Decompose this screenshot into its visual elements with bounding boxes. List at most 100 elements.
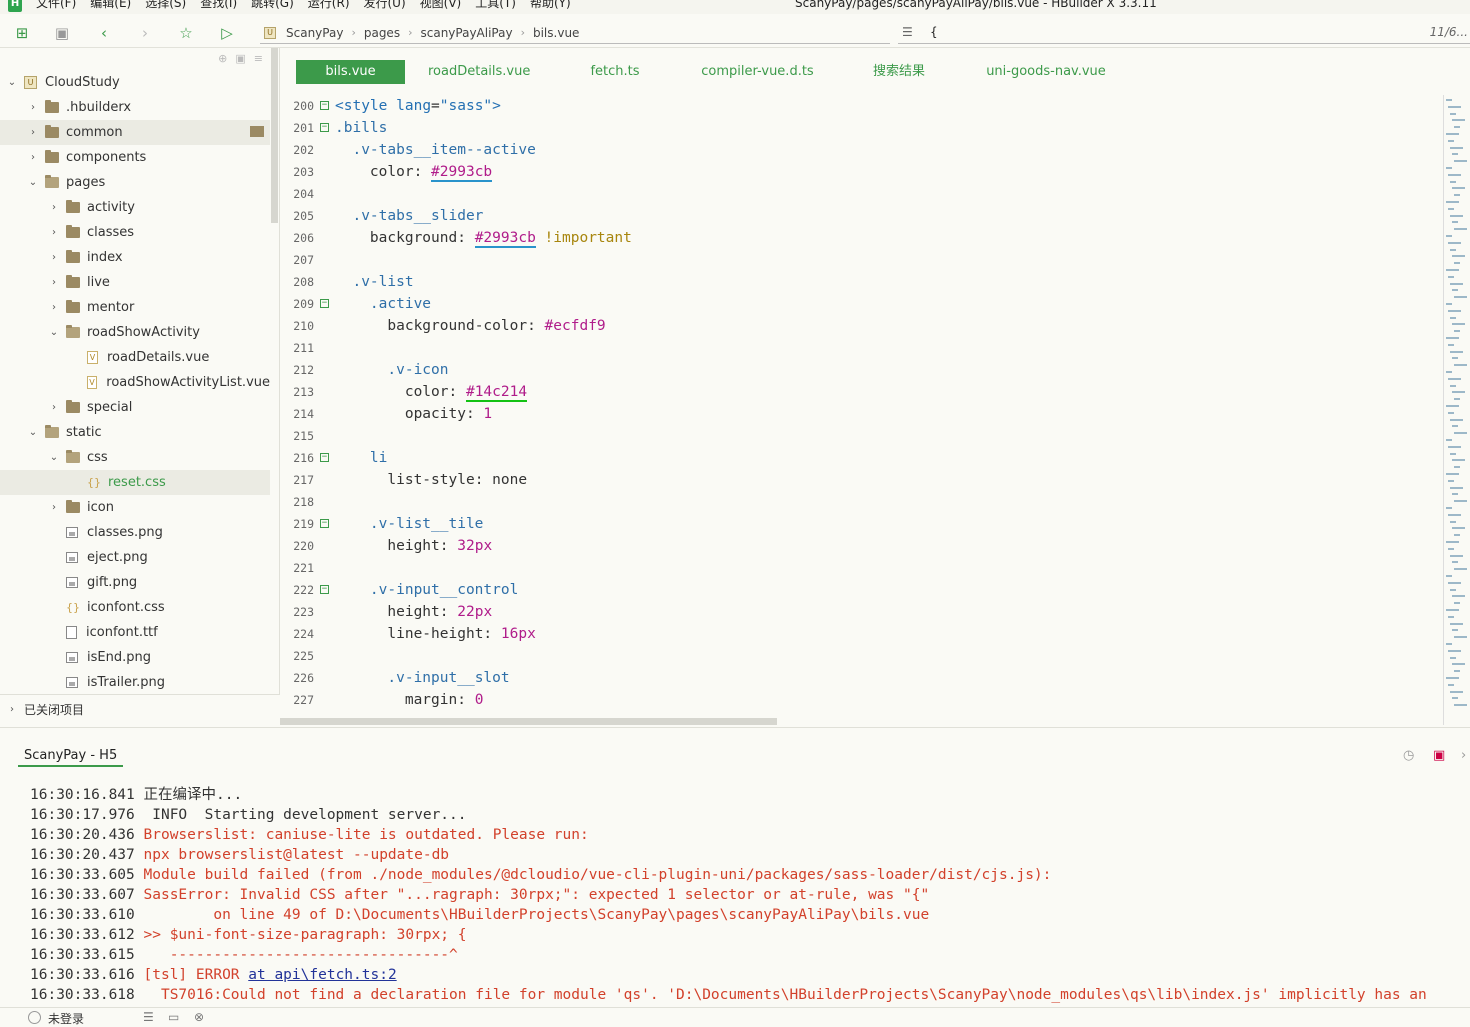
code-line[interactable]: 224 line-height: 16px (280, 623, 1443, 645)
tree-item[interactable]: › live (0, 270, 270, 295)
minimap[interactable] (1443, 95, 1470, 725)
fold-toggle-icon[interactable]: − (320, 453, 329, 462)
tree-item[interactable]: › special (0, 395, 270, 420)
tree-item[interactable]: ⌄ css (0, 445, 270, 470)
code-line[interactable]: 206 background: #2993cb !important (280, 227, 1443, 249)
list-icon[interactable]: ☰ (143, 1010, 154, 1024)
tree-item[interactable]: › components (0, 145, 270, 170)
menu-item[interactable]: 视图(V) (420, 0, 462, 10)
code-line[interactable]: 226 .v-input__slot (280, 667, 1443, 689)
code-line[interactable]: 200− <style lang="sass"> (280, 95, 1443, 117)
tab-compiler-vue-d-ts[interactable]: compiler-vue.d.ts (700, 60, 815, 84)
code-line[interactable]: 217 list-style: none (280, 469, 1443, 491)
code-line[interactable]: 210 background-color: #ecfdf9 (280, 315, 1443, 337)
terminal-icon[interactable]: ▭ (168, 1010, 179, 1024)
new-file-icon[interactable]: ⊞ (12, 23, 32, 43)
run-icon[interactable]: ▷ (217, 23, 237, 43)
fold-toggle-icon[interactable]: − (320, 585, 329, 594)
code-line[interactable]: 203 color: #2993cb (280, 161, 1443, 183)
tab-roaddetails-vue[interactable]: roadDetails.vue (428, 60, 530, 84)
code-line[interactable]: 225 (280, 645, 1443, 667)
explorer-tools[interactable]: ⊕▣≡ (218, 52, 271, 65)
tree-item[interactable]: ⌄ U CloudStudy (0, 70, 270, 95)
tree-item[interactable]: isTrailer.png (0, 670, 270, 695)
tab-bils-vue[interactable]: bils.vue (296, 60, 405, 84)
back-arrow-icon[interactable]: ‹ (94, 23, 114, 43)
code-line[interactable]: 207 (280, 249, 1443, 271)
tab-uni-goods-nav-vue[interactable]: uni-goods-nav.vue (984, 60, 1108, 84)
tree-item[interactable]: gift.png (0, 570, 270, 595)
code-line[interactable]: 221 (280, 557, 1443, 579)
code-line[interactable]: 215 (280, 425, 1443, 447)
save-icon[interactable]: ▣ (52, 23, 72, 43)
tree-item[interactable]: VroadDetails.vue (0, 345, 270, 370)
code-line[interactable]: 213 color: #14c214 (280, 381, 1443, 403)
menu-item[interactable]: 帮助(Y) (530, 0, 571, 10)
tree-item[interactable]: {} iconfont.css (0, 595, 270, 620)
editor-horizontal-scrollbar[interactable] (280, 718, 777, 725)
user-icon[interactable] (28, 1011, 41, 1024)
code-line[interactable]: 214 opacity: 1 (280, 403, 1443, 425)
code-line[interactable]: 204 (280, 183, 1443, 205)
login-status[interactable]: 未登录 (48, 1010, 84, 1027)
tab-search-results[interactable]: 搜索结果 (870, 60, 928, 84)
fold-toggle-icon[interactable]: − (320, 299, 329, 308)
code-line[interactable]: 222− .v-input__control (280, 579, 1443, 601)
tree-item[interactable]: iconfont.ttf (0, 620, 270, 645)
code-line[interactable]: 219− .v-list__tile (280, 513, 1443, 535)
code-line[interactable]: 220 height: 32px (280, 535, 1443, 557)
code-line[interactable]: 201− .bills (280, 117, 1443, 139)
clock-icon[interactable]: ◷ (1403, 748, 1414, 763)
chevron-right-icon[interactable]: › (1461, 748, 1466, 763)
breadcrumb-item[interactable]: bils.vue (533, 26, 579, 40)
code-line[interactable]: 212 .v-icon (280, 359, 1443, 381)
code-line[interactable]: 209− .active (280, 293, 1443, 315)
code-line[interactable]: 218 (280, 491, 1443, 513)
find-input[interactable]: ☰ { 11/6... (898, 22, 1470, 44)
tree-item[interactable]: classes.png (0, 520, 270, 545)
tree-item[interactable]: VroadShowActivityList.vue (0, 370, 270, 395)
fold-toggle-icon[interactable]: − (320, 101, 329, 110)
menu-item[interactable]: 查找(I) (200, 0, 237, 10)
tab-fetch-ts[interactable]: fetch.ts (586, 60, 644, 84)
tree-item[interactable]: › activity (0, 195, 270, 220)
fold-toggle-icon[interactable]: − (320, 123, 329, 132)
menu-item[interactable]: 文件(F) (36, 0, 76, 10)
tree-item[interactable]: ⌄ static (0, 420, 270, 445)
menu-item[interactable]: 运行(R) (308, 0, 350, 10)
tree-item[interactable]: › mentor (0, 295, 270, 320)
open-folder-icon[interactable] (250, 126, 264, 137)
code-line[interactable]: 202 .v-tabs__item--active (280, 139, 1443, 161)
tree-item[interactable]: eject.png (0, 545, 270, 570)
menu-item[interactable]: 编辑(E) (90, 0, 131, 10)
explorer-scrollbar[interactable] (271, 48, 278, 223)
breadcrumb-item[interactable]: pages (364, 26, 400, 40)
code-line[interactable]: 211 (280, 337, 1443, 359)
code-line[interactable]: 223 height: 22px (280, 601, 1443, 623)
tree-item[interactable]: › .hbuilderx (0, 95, 270, 120)
tree-item[interactable]: › common (0, 120, 270, 145)
breadcrumb-item[interactable]: scanyPayAliPay (420, 26, 512, 40)
log-link[interactable]: at api\fetch.ts:2 (248, 967, 396, 983)
tree-item[interactable]: isEnd.png (0, 645, 270, 670)
tree-item[interactable]: › icon (0, 495, 270, 520)
globe-icon[interactable]: ⊗ (194, 1010, 204, 1024)
menu-item[interactable]: 跳转(G) (251, 0, 294, 10)
forward-arrow-icon[interactable]: › (135, 23, 155, 43)
closed-projects[interactable]: › 已关闭项目 (0, 694, 280, 724)
code-line[interactable]: 205 .v-tabs__slider (280, 205, 1443, 227)
fold-toggle-icon[interactable]: − (320, 519, 329, 528)
code-line[interactable]: 227 margin: 0 (280, 689, 1443, 711)
code-editor[interactable]: 200− <style lang="sass"> 201− .bills 202 .v-… (280, 95, 1443, 718)
tree-item[interactable]: › index (0, 245, 270, 270)
menu-item[interactable]: 工具(T) (475, 0, 516, 10)
breadcrumb-item[interactable]: ScanyPay (286, 26, 343, 40)
tree-item[interactable]: › classes (0, 220, 270, 245)
tree-item[interactable]: ⌄ pages (0, 170, 270, 195)
code-line[interactable]: 208 .v-list (280, 271, 1443, 293)
tree-item[interactable]: ⌄ roadShowActivity (0, 320, 270, 345)
menu-item[interactable]: 选择(S) (145, 0, 186, 10)
menu-item[interactable]: 发行(U) (364, 0, 406, 10)
code-line[interactable]: 216− li (280, 447, 1443, 469)
console-tab[interactable]: ScanyPay - H5 (18, 748, 124, 767)
